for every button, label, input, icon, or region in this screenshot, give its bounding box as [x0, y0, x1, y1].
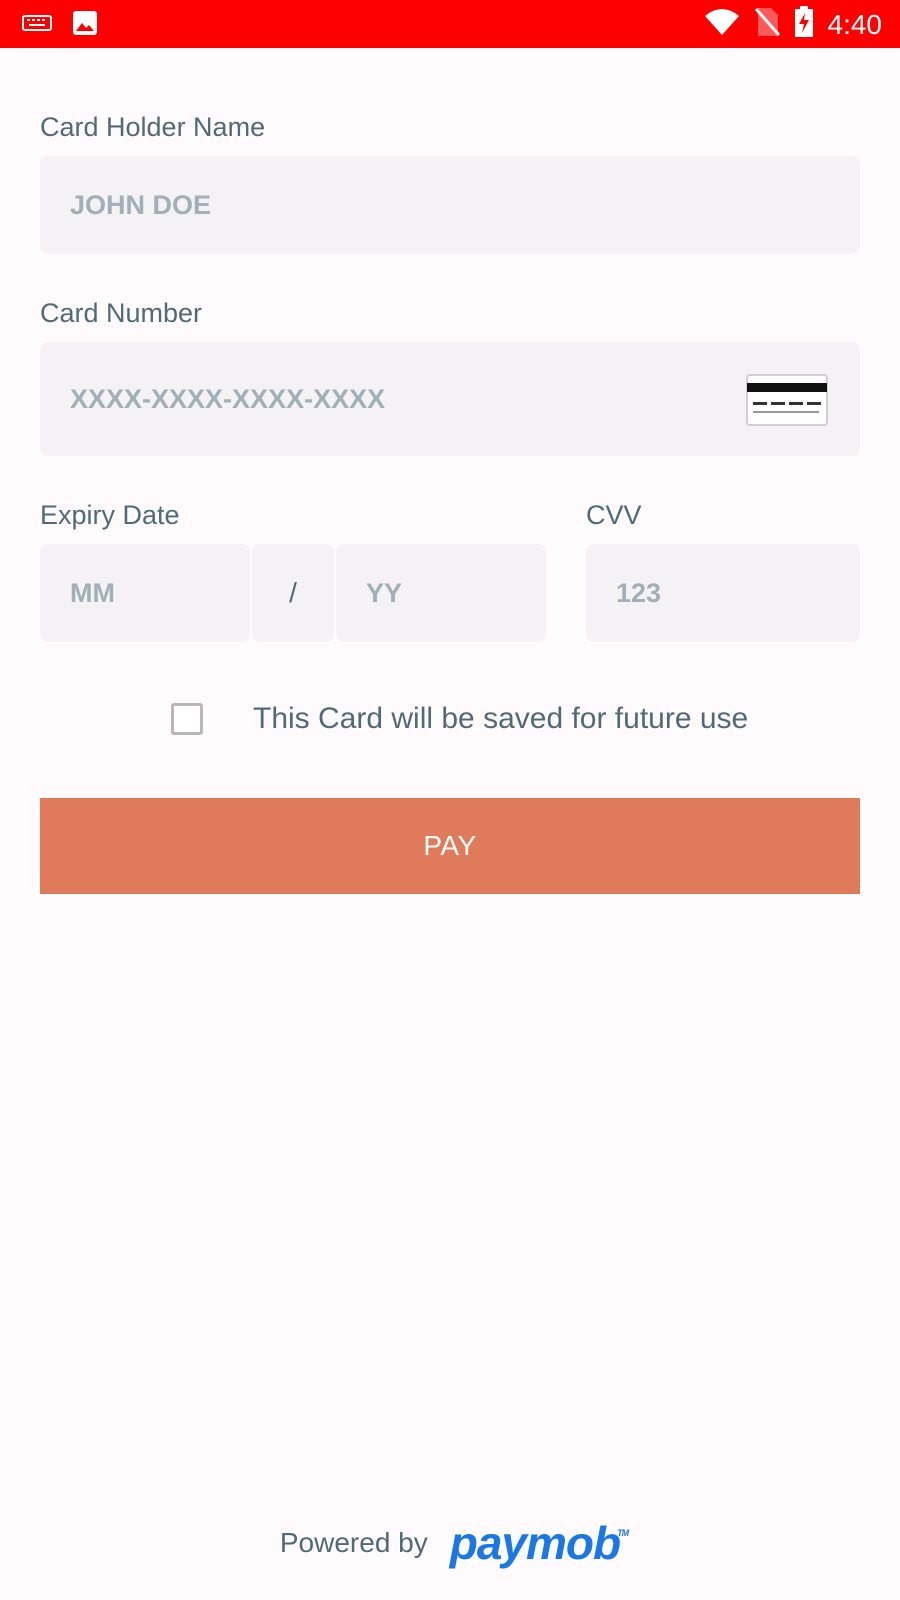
card-number-label: Card Number: [40, 298, 203, 328]
trademark-mark: TM: [617, 1528, 629, 1538]
card-holder-placeholder: JOHN DOE: [70, 189, 212, 220]
pay-button[interactable]: PAY: [40, 798, 860, 894]
battery-charging-icon: [794, 6, 814, 43]
card-holder-label: Card Holder Name: [40, 112, 266, 142]
card-number-input[interactable]: XXXX-XXXX-XXXX-XXXX: [40, 342, 860, 456]
keyboard-icon: [22, 13, 52, 38]
cvv-placeholder: 123: [616, 577, 662, 608]
cvv-input[interactable]: 123: [586, 544, 860, 642]
save-card-checkbox[interactable]: [171, 703, 203, 735]
credit-card-icon: [746, 374, 828, 431]
paymob-logo-text: paymob: [449, 1517, 621, 1569]
card-holder-input[interactable]: JOHN DOE: [40, 156, 860, 254]
expiry-month-placeholder: MM: [70, 577, 115, 608]
expiry-year-placeholder: YY: [366, 577, 403, 608]
paymob-logo: paymob TM: [449, 1515, 629, 1571]
clock: 4:40: [827, 8, 883, 40]
cvv-label: CVV: [586, 500, 642, 530]
wifi-icon: [704, 8, 740, 41]
expiry-month-input[interactable]: MM: [40, 544, 250, 642]
powered-by-text: Powered by: [279, 1527, 428, 1558]
expiry-date-label: Expiry Date: [40, 500, 180, 530]
no-sim-icon: [754, 7, 780, 42]
footer: Powered by paymob TM: [0, 1515, 900, 1571]
expiry-separator-text: /: [289, 577, 297, 608]
save-card-label: This Card will be saved for future use: [253, 702, 749, 735]
expiry-year-input[interactable]: YY: [336, 544, 546, 642]
status-bar: 4:40: [0, 0, 900, 48]
card-number-placeholder: XXXX-XXXX-XXXX-XXXX: [70, 383, 386, 414]
image-icon: [72, 10, 98, 41]
expiry-separator: /: [252, 544, 334, 642]
